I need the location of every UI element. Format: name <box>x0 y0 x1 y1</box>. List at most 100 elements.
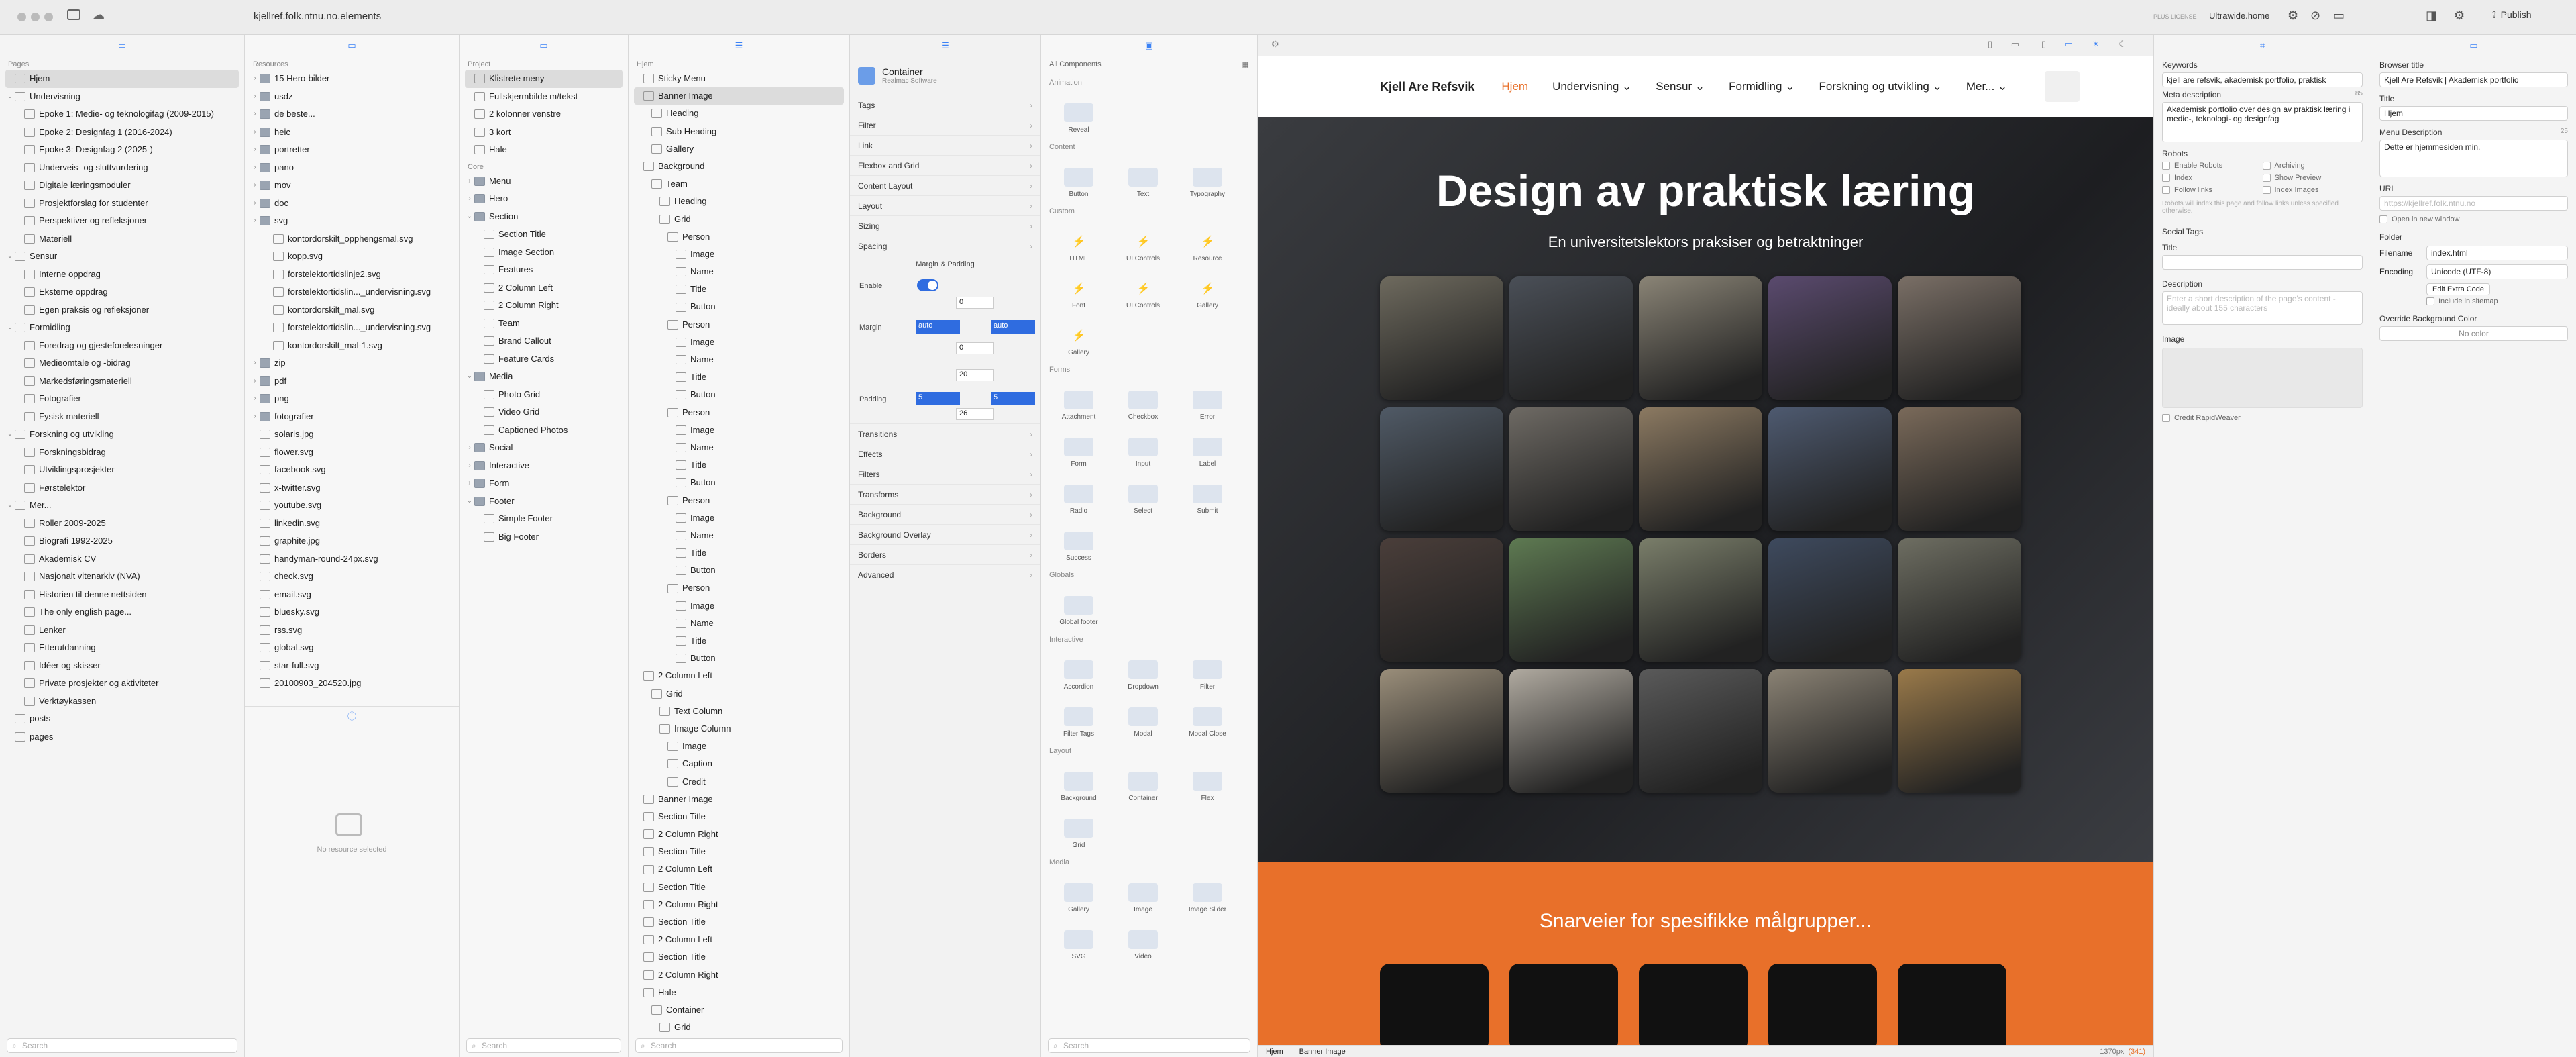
outline-item[interactable]: Text Column <box>634 703 844 720</box>
component-tile[interactable]: Modal Close <box>1175 696 1240 738</box>
edit-extra-code-button[interactable]: Edit Extra Code <box>2426 283 2491 295</box>
core-template-item[interactable]: 2 Column Left <box>465 279 623 297</box>
nav-link[interactable]: Hjem <box>1501 80 1528 93</box>
components-filter-dropdown[interactable]: All Components <box>1049 60 1102 69</box>
gallery-photo[interactable] <box>1768 538 1892 662</box>
outline-search-input[interactable]: Search <box>635 1038 843 1053</box>
inspector-section-flexbox-and-grid[interactable]: Flexbox and Grid › <box>850 156 1040 176</box>
shortcut-card[interactable] <box>1380 964 1489 1045</box>
cloud-icon[interactable]: ☁ <box>93 8 105 22</box>
outline-item[interactable]: Container <box>634 1001 844 1019</box>
margin-top-input[interactable]: 0 <box>956 297 994 309</box>
resource-item[interactable]: forstelektortidslin..._undervisning.svg <box>250 319 453 337</box>
outline-item[interactable]: Sub Heading <box>634 123 844 140</box>
core-template-item[interactable]: Big Footer <box>465 528 623 546</box>
gallery-photo[interactable] <box>1509 276 1633 400</box>
core-template-item[interactable]: Simple Footer <box>465 510 623 528</box>
resource-item[interactable]: graphite.jpg <box>250 532 453 550</box>
device-desktop-icon[interactable]: ▭ <box>2065 39 2073 50</box>
page-tree-item[interactable]: Førstelektor <box>5 479 239 497</box>
light-mode-icon[interactable]: ☀ <box>2092 39 2100 50</box>
chevron-right-icon[interactable]: › <box>465 190 474 208</box>
outline-item[interactable]: 2 Column Left <box>634 860 844 878</box>
resource-item[interactable]: › heic <box>250 123 453 142</box>
margin-left-input[interactable]: auto <box>916 320 960 334</box>
preview-settings-icon[interactable]: ⚙ <box>1271 39 1279 50</box>
core-template-item[interactable]: ⌄ Footer <box>465 493 623 511</box>
tag-icon[interactable]: ⌗ <box>2260 40 2265 51</box>
component-tile[interactable]: Video <box>1111 919 1175 960</box>
page-tree-item[interactable]: ⌄ Formidling <box>5 319 239 337</box>
inspector-section-tags[interactable]: Tags › <box>850 95 1040 115</box>
component-tile[interactable]: ⚡ Font <box>1046 268 1111 309</box>
chevron-right-icon[interactable]: › <box>250 177 260 195</box>
outline-item[interactable]: Person <box>634 579 844 597</box>
chevron-right-icon[interactable]: › <box>250 123 260 142</box>
gallery-photo[interactable] <box>1380 407 1503 531</box>
component-tile[interactable]: Typography <box>1175 156 1240 198</box>
chevron-right-icon[interactable]: › <box>465 439 474 457</box>
resource-item[interactable]: rss.svg <box>250 621 453 640</box>
resource-item[interactable]: kontordorskilt_opphengsmal.svg <box>250 230 453 248</box>
resource-item[interactable]: linkedin.svg <box>250 515 453 533</box>
chevron-down-icon[interactable]: ⌄ <box>5 425 15 444</box>
components-icon[interactable]: ▣ <box>1145 40 1153 51</box>
inspector-section-advanced[interactable]: Advanced › <box>850 565 1040 585</box>
outline-item[interactable]: Banner Image <box>634 87 844 105</box>
outline-item[interactable]: Background <box>634 158 844 175</box>
resource-item[interactable]: star-full.svg <box>250 657 453 675</box>
outline-item[interactable]: 2 Column Left <box>634 931 844 948</box>
outline-item[interactable]: Grid <box>634 211 844 228</box>
outline-item[interactable]: Image <box>634 597 844 615</box>
dark-mode-icon[interactable]: ☾ <box>2118 39 2127 50</box>
chevron-right-icon[interactable]: › <box>250 372 260 391</box>
inspector-section-transforms[interactable]: Transforms › <box>850 485 1040 505</box>
gallery-photo[interactable] <box>1639 276 1762 400</box>
page-tree-item[interactable]: Egen praksis og refleksjoner <box>5 301 239 319</box>
chevron-down-icon[interactable]: ⌄ <box>5 319 15 337</box>
component-tile[interactable]: Attachment <box>1046 379 1111 421</box>
margin-bottom-input[interactable]: 0 <box>956 342 994 354</box>
gallery-photo[interactable] <box>1509 538 1633 662</box>
outline-item[interactable]: Title <box>634 456 844 474</box>
core-template-item[interactable]: Feature Cards <box>465 350 623 368</box>
nav-link[interactable]: Undervisning ⌄ <box>1552 80 1631 93</box>
window-minimize-button[interactable] <box>31 13 40 21</box>
grid-view-icon[interactable]: ▦ <box>1242 60 1249 69</box>
resource-item[interactable]: forstelektortidslinje2.svg <box>250 266 453 284</box>
project-item[interactable]: 2 kolonner venstre <box>465 105 623 123</box>
component-tile[interactable]: SVG <box>1046 919 1111 960</box>
page-tree-item[interactable]: Private prosjekter og aktiviteter <box>5 674 239 693</box>
robots-checkbox[interactable]: Index Images <box>2263 184 2363 196</box>
inspector-section-sizing[interactable]: Sizing › <box>850 216 1040 236</box>
inspector-section-filters[interactable]: Filters › <box>850 464 1040 485</box>
settings-gear-icon[interactable]: ⚙ <box>2454 9 2465 23</box>
breadcrumb-item[interactable]: Banner Image <box>1299 1048 1346 1056</box>
page-tree-item[interactable]: Materiell <box>5 230 239 248</box>
core-template-item[interactable]: ⌄ Media <box>465 368 623 386</box>
component-tile[interactable]: Checkbox <box>1111 379 1175 421</box>
outline-item[interactable]: Gallery <box>634 140 844 158</box>
gallery-photo[interactable] <box>1898 407 2021 531</box>
padding-bottom-input[interactable]: 26 <box>956 408 994 420</box>
page-tree-item[interactable]: Epoke 1: Medie- og teknologifag (2009-20… <box>5 105 239 123</box>
resource-item[interactable]: 20100903_204520.jpg <box>250 674 453 693</box>
outline-item[interactable]: Grid <box>634 685 844 703</box>
core-template-item[interactable]: Features <box>465 261 623 279</box>
chevron-right-icon[interactable]: › <box>250 105 260 123</box>
chevron-down-icon[interactable]: ⌄ <box>5 497 15 515</box>
outline-item[interactable]: Name <box>634 615 844 632</box>
page-tree-item[interactable]: The only english page... <box>5 603 239 621</box>
page-tree-item[interactable]: Markedsføringsmateriell <box>5 372 239 391</box>
bg-color-select[interactable]: No color <box>2379 326 2568 341</box>
resource-item[interactable]: forstelektortidslin..._undervisning.svg <box>250 283 453 301</box>
project-item[interactable]: Hale <box>465 141 623 159</box>
component-tile[interactable]: Modal <box>1111 696 1175 738</box>
core-template-item[interactable]: Team <box>465 315 623 333</box>
component-tile[interactable]: Filter Tags <box>1046 696 1111 738</box>
outline-item[interactable]: 2 Column Right <box>634 966 844 984</box>
nav-link[interactable]: Forskning og utvikling ⌄ <box>1819 80 1941 93</box>
shortcut-card[interactable] <box>1898 964 2006 1045</box>
outline-item[interactable]: Name <box>634 439 844 456</box>
outline-item[interactable]: Sticky Menu <box>634 70 844 87</box>
